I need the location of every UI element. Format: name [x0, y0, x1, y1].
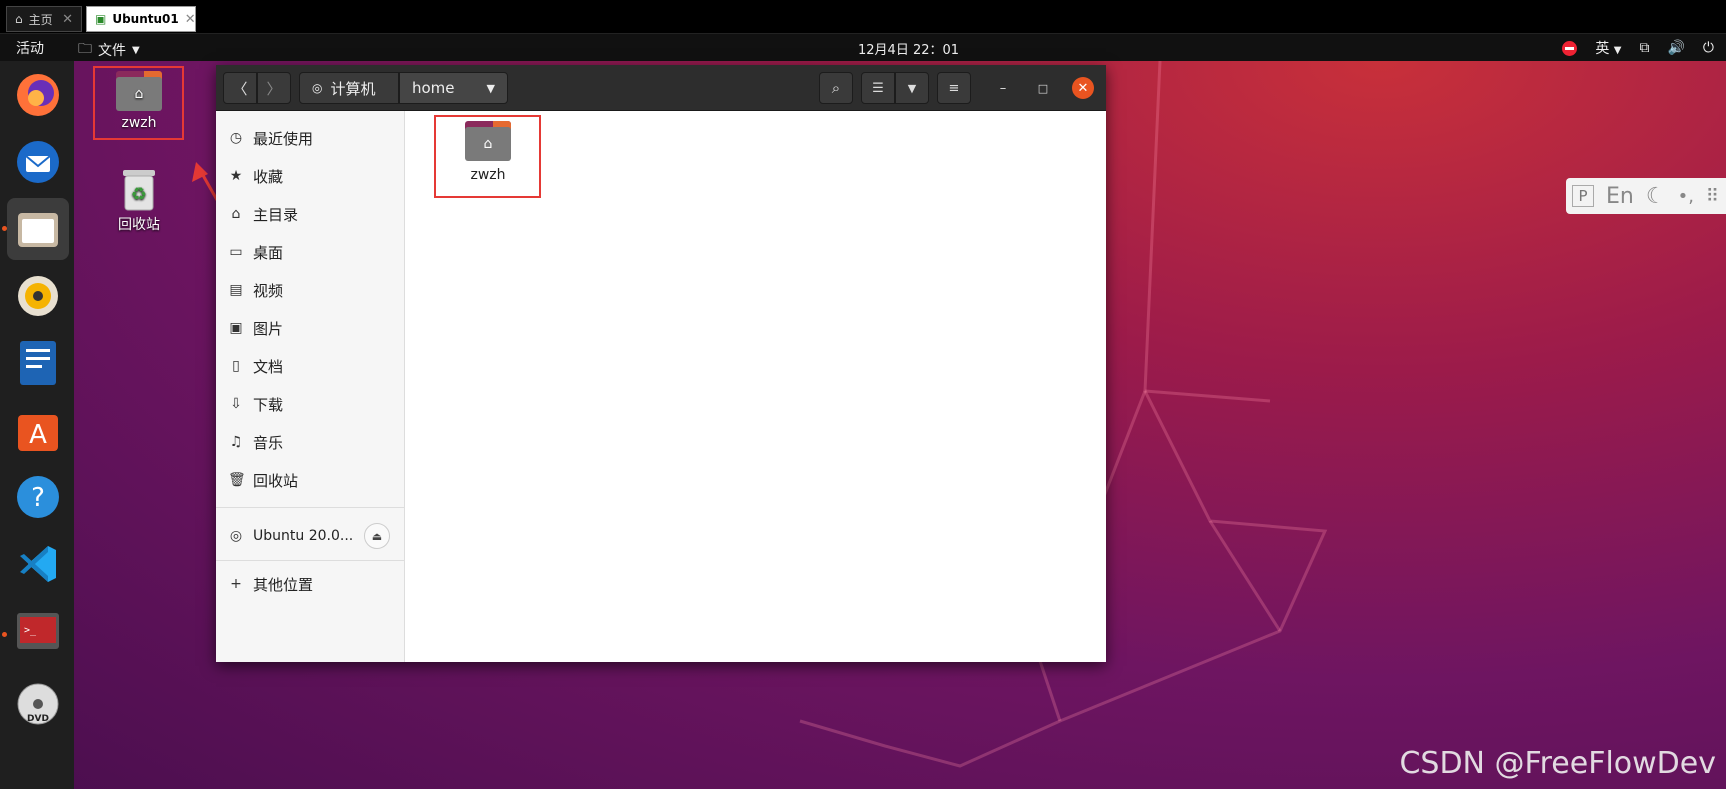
- menu-button[interactable]: ≡: [937, 72, 971, 104]
- sidebar-item-label: 主目录: [253, 205, 299, 224]
- caret-down-icon: ▼: [907, 81, 917, 95]
- forward-button[interactable]: 〉: [257, 72, 291, 104]
- sidebar-item-trash[interactable]: 🗑 回收站: [228, 465, 298, 495]
- chevron-right-icon: 〉: [266, 79, 282, 98]
- sidebar-divider: [216, 507, 405, 508]
- sidebar: ◷ 最近使用 ★ 收藏 ⌂ 主目录 ▭ 桌面 ▤ 视频 ▣ 图片 ▯ 文档 ⇩ 下载 ♫ 音乐 🗑…: [216, 111, 405, 662]
- close-icon: ✕: [1077, 80, 1089, 96]
- sidebar-item-videos[interactable]: ▤ 视频: [228, 275, 283, 305]
- clock-icon: ◷: [229, 130, 243, 146]
- list-view-icon: ☰: [872, 80, 884, 96]
- header-bar: 〈 〉 ◎ 计算机 home ▼ ⌕ ☰ ▼ ≡ – □ ✕: [216, 65, 1106, 111]
- maximize-icon: □: [1037, 81, 1049, 95]
- sidebar-item-home[interactable]: ⌂ 主目录: [228, 199, 298, 229]
- drive-icon: ◎: [312, 81, 323, 95]
- desktop-icon: ▭: [229, 244, 243, 260]
- sidebar-item-desktop[interactable]: ▭ 桌面: [228, 237, 283, 267]
- view-options-button[interactable]: ▼: [895, 72, 929, 104]
- sidebar-item-documents[interactable]: ▯ 文档: [228, 351, 283, 381]
- file-view: ⌂ zwzh: [405, 111, 1106, 662]
- breadcrumb-label: home: [412, 79, 455, 97]
- chevron-left-icon: 〈: [232, 79, 248, 98]
- sidebar-item-downloads[interactable]: ⇩ 下载: [228, 389, 283, 419]
- ime-logo[interactable]: P: [1572, 185, 1594, 207]
- ime-language-toggle[interactable]: En: [1606, 184, 1634, 209]
- breadcrumb-label: 计算机: [330, 79, 376, 98]
- search-button[interactable]: ⌕: [819, 72, 853, 104]
- download-icon: ⇩: [230, 396, 242, 412]
- sidebar-item-label: 收藏: [253, 167, 284, 186]
- disc-icon: ◎: [229, 528, 243, 544]
- moon-icon[interactable]: ☾: [1646, 184, 1666, 209]
- maximize-button[interactable]: □: [1032, 77, 1054, 99]
- ime-toolbar: P En ☾ •, ⠿: [1566, 178, 1726, 214]
- grid-icon[interactable]: ⠿: [1706, 186, 1719, 207]
- video-icon: ▤: [229, 282, 243, 298]
- eject-button[interactable]: ⏏: [364, 523, 390, 549]
- search-icon: ⌕: [831, 79, 841, 97]
- plus-icon: +: [230, 576, 242, 592]
- sidebar-item-label: 最近使用: [253, 129, 314, 148]
- minimize-button[interactable]: –: [992, 77, 1014, 99]
- sidebar-item-label: 桌面: [253, 243, 284, 262]
- sidebar-item-label: 音乐: [253, 433, 284, 452]
- sidebar-item-label: 图片: [253, 319, 284, 338]
- document-icon: ▯: [232, 358, 240, 374]
- breadcrumb-home[interactable]: home ▼: [399, 72, 508, 104]
- sidebar-item-music[interactable]: ♫ 音乐: [228, 427, 283, 457]
- sidebar-item-other-locations[interactable]: + 其他位置: [228, 569, 313, 599]
- home-icon: ⌂: [231, 206, 241, 222]
- sidebar-item-device[interactable]: ◎ Ubuntu 20.0...: [228, 521, 353, 551]
- eject-icon: ⏏: [371, 529, 383, 543]
- watermark: CSDN @FreeFlowDev: [1399, 746, 1716, 781]
- hamburger-icon: ≡: [948, 80, 960, 96]
- sidebar-item-recent[interactable]: ◷ 最近使用: [228, 123, 313, 153]
- annotation-box: [434, 115, 541, 198]
- sidebar-item-label: 回收站: [253, 471, 299, 490]
- list-view-button[interactable]: ☰: [861, 72, 895, 104]
- close-button[interactable]: ✕: [1072, 77, 1094, 99]
- minimize-icon: –: [999, 80, 1007, 96]
- trash-icon: 🗑: [228, 472, 246, 488]
- sidebar-divider: [216, 560, 405, 561]
- breadcrumb-computer[interactable]: ◎ 计算机: [299, 72, 399, 104]
- star-icon: ★: [229, 168, 243, 184]
- back-button[interactable]: 〈: [223, 72, 257, 104]
- sidebar-item-starred[interactable]: ★ 收藏: [228, 161, 283, 191]
- music-icon: ♫: [229, 434, 243, 450]
- caret-down-icon: ▼: [486, 81, 495, 95]
- punctuation-icon[interactable]: •,: [1678, 186, 1694, 207]
- sidebar-item-pictures[interactable]: ▣ 图片: [228, 313, 283, 343]
- sidebar-item-label: 视频: [253, 281, 284, 300]
- sidebar-item-label: 下载: [253, 395, 284, 414]
- image-icon: ▣: [229, 320, 243, 336]
- sidebar-item-label: 其他位置: [253, 575, 314, 594]
- file-manager-window: 〈 〉 ◎ 计算机 home ▼ ⌕ ☰ ▼ ≡ – □ ✕ ◷ 最近使用 ★ 收藏…: [216, 65, 1106, 662]
- sidebar-item-label: 文档: [253, 357, 284, 376]
- sidebar-item-label: Ubuntu 20.0...: [253, 528, 354, 544]
